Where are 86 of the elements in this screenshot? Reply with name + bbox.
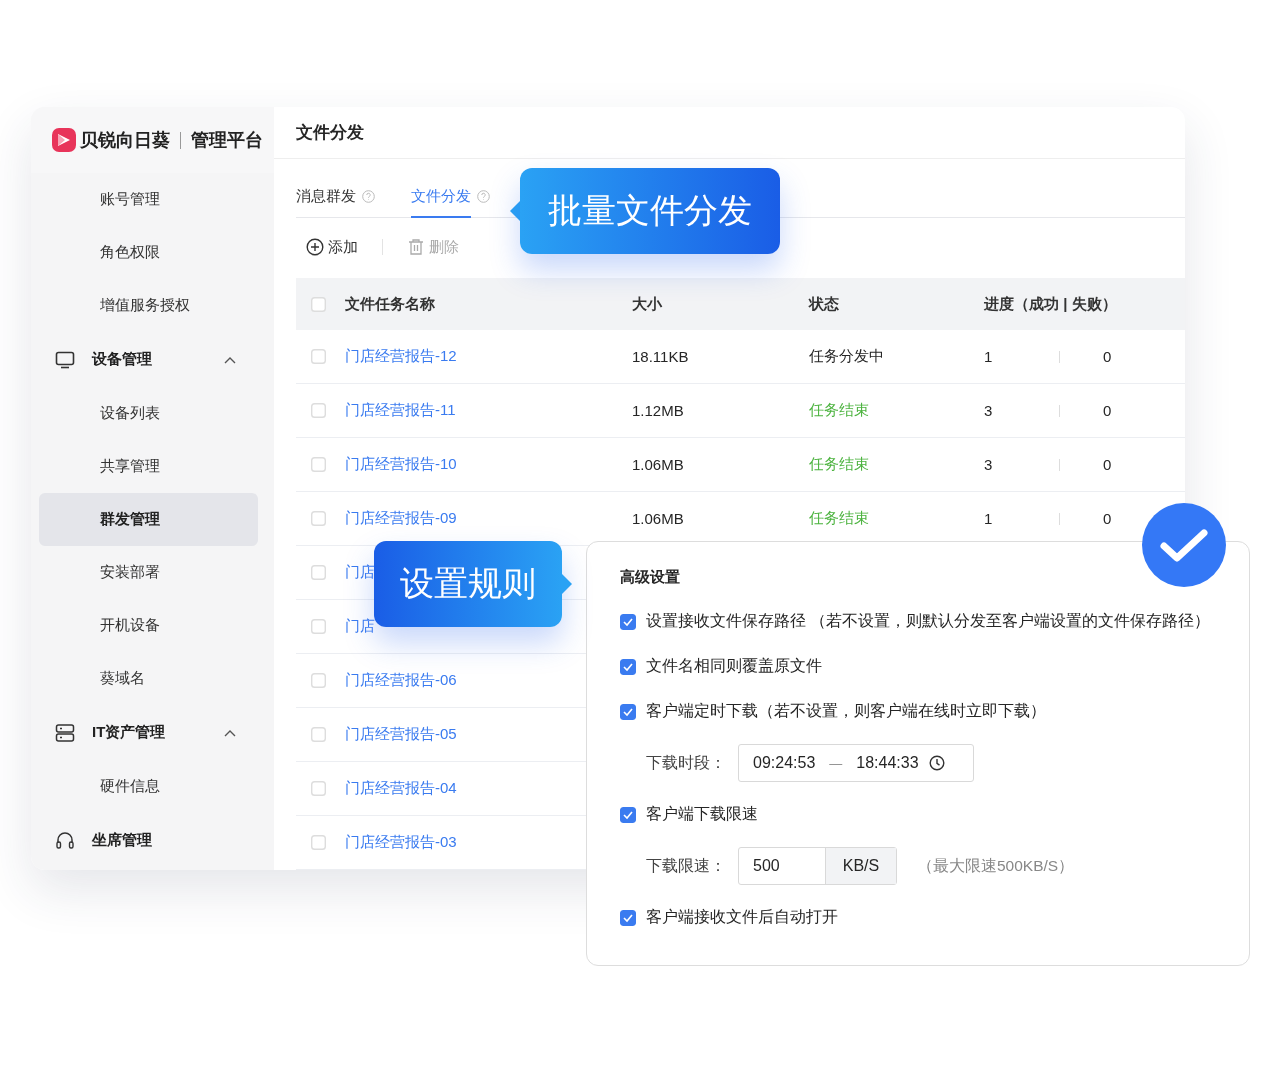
- sidebar-group[interactable]: 设备管理: [92, 350, 224, 369]
- column-header: 进度（成功 | 失败）: [984, 294, 1117, 312]
- file-link[interactable]: 门店经营报告-05: [345, 725, 457, 742]
- checkbox[interactable]: [620, 613, 636, 630]
- panel-title: 高级设置: [620, 568, 681, 587]
- checkbox[interactable]: [620, 658, 636, 675]
- checkbox[interactable]: [311, 619, 326, 634]
- status-text: 任务结束: [809, 401, 869, 418]
- checkbox[interactable]: [311, 781, 326, 796]
- callout: 批量文件分发: [510, 168, 780, 254]
- file-link[interactable]: 门店经营报告-04: [345, 779, 457, 796]
- logo-icon: [52, 128, 76, 152]
- checkbox[interactable]: [620, 806, 636, 823]
- hint-text: （最大限速500KB/S）: [917, 855, 1075, 876]
- checkbox[interactable]: [311, 296, 326, 312]
- sidebar-group[interactable]: IT资产管理: [92, 723, 224, 742]
- brand-name: 贝锐向日葵: [80, 129, 170, 152]
- checkbox[interactable]: [311, 403, 326, 418]
- file-link[interactable]: 门店: [345, 617, 375, 634]
- option-label: 文件名相同则覆盖原文件: [646, 656, 822, 676]
- checkbox[interactable]: [311, 727, 326, 742]
- sidebar-item[interactable]: 开机设备: [39, 599, 258, 652]
- help-icon: [477, 190, 490, 203]
- toolbar-button[interactable]: 添加: [306, 237, 358, 257]
- checkbox[interactable]: [620, 909, 636, 926]
- sidebar-item[interactable]: 共享管理: [39, 440, 258, 493]
- table-cell: 1.12MB: [632, 402, 684, 419]
- sidebar-group[interactable]: 坐席管理: [92, 831, 274, 850]
- sidebar-item[interactable]: 安装部署: [39, 546, 258, 599]
- field-label: 下载时段：: [646, 752, 727, 773]
- file-link[interactable]: 门店经营报告-12: [345, 347, 457, 364]
- monitor-icon: [55, 350, 75, 369]
- file-link[interactable]: 门店经营报告-11: [345, 401, 456, 418]
- success-count: 3: [984, 402, 994, 419]
- field-label: 下载限速：: [646, 855, 727, 876]
- brand-suffix: 管理平台: [191, 129, 263, 152]
- sidebar-item[interactable]: 增值服务授权: [39, 279, 258, 332]
- checkbox[interactable]: [311, 673, 326, 688]
- checkbox[interactable]: [311, 457, 326, 472]
- file-link[interactable]: 门店经营报告-03: [345, 833, 457, 850]
- time-range-field[interactable]: 09:24:53 — 18:44:33: [738, 744, 974, 782]
- option-label: 客户端接收文件后自动打开: [646, 907, 838, 927]
- checkbox[interactable]: [311, 835, 326, 850]
- sidebar-item[interactable]: 群发管理: [39, 493, 258, 546]
- tab[interactable]: 消息群发: [296, 187, 375, 218]
- failed-count: 0: [1103, 402, 1112, 419]
- page-title: 文件分发: [296, 122, 364, 144]
- table-cell: 1.06MB: [632, 456, 684, 473]
- tab[interactable]: 文件分发: [411, 187, 490, 218]
- failed-count: 0: [1103, 510, 1112, 527]
- option-label: 客户端下载限速: [646, 804, 758, 824]
- sidebar-item[interactable]: 账号管理: [39, 173, 258, 226]
- checkbox[interactable]: [620, 703, 636, 720]
- headset-icon: [55, 830, 75, 851]
- sidebar-item[interactable]: 硬件信息: [39, 760, 258, 813]
- status-text: 任务结束: [809, 509, 869, 526]
- checkbox[interactable]: [311, 565, 326, 580]
- status-text: 任务分发中: [809, 347, 884, 364]
- column-header: 文件任务名称: [345, 294, 435, 312]
- success-count: 1: [984, 348, 994, 365]
- sidebar-item[interactable]: 设备列表: [39, 387, 258, 440]
- column-header: 状态: [809, 294, 839, 312]
- table-cell: 18.11KB: [632, 348, 689, 365]
- checkbox[interactable]: [311, 511, 326, 526]
- clock-icon: [928, 755, 945, 771]
- failed-count: 0: [1103, 456, 1112, 473]
- file-link[interactable]: 门店经营报告-06: [345, 671, 457, 688]
- success-count: 3: [984, 456, 994, 473]
- file-link[interactable]: 门店经营报告-09: [345, 509, 457, 526]
- trash-icon: [407, 238, 425, 256]
- checkbox[interactable]: [311, 349, 326, 364]
- sidebar-item[interactable]: 葵域名: [39, 652, 258, 705]
- success-count: 1: [984, 510, 994, 527]
- file-link[interactable]: 门店: [345, 563, 375, 580]
- column-header: 大小: [632, 294, 662, 312]
- file-link[interactable]: 门店经营报告-10: [345, 455, 457, 472]
- sidebar-item[interactable]: 角色权限: [39, 226, 258, 279]
- plus-circle-icon: [306, 238, 324, 256]
- failed-count: 0: [1103, 348, 1112, 365]
- option-label: 客户端定时下载（若不设置，则客户端在线时立即下载）: [646, 701, 1046, 721]
- status-text: 任务结束: [809, 455, 869, 472]
- callout: 设置规则: [374, 541, 572, 627]
- help-icon: [362, 190, 375, 203]
- option-label: 设置接收文件保存路径 （若不设置，则默认分发至客户端设置的文件保存路径）: [646, 611, 1211, 631]
- table-cell: 1.06MB: [632, 510, 684, 527]
- server-icon: [55, 722, 75, 743]
